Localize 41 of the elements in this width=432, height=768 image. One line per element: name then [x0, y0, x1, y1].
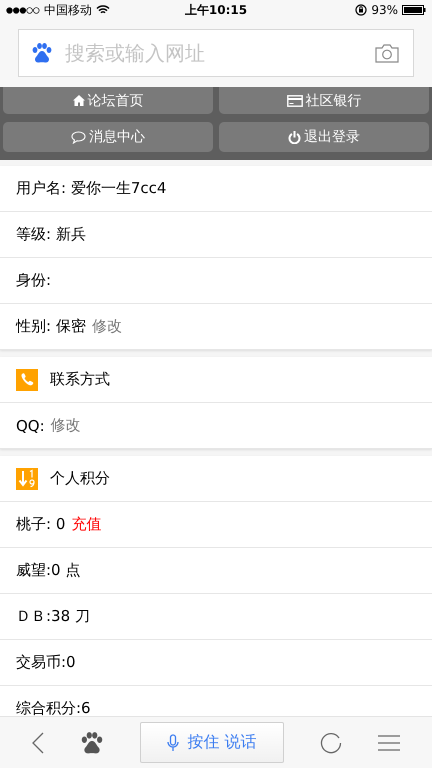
field-label: 桃子: 0 — [16, 515, 66, 534]
power-icon — [288, 130, 301, 144]
edit-link[interactable]: 修改 — [92, 317, 122, 336]
voice-button[interactable]: 按住 说话 — [140, 722, 284, 763]
battery-percent: 93% — [371, 3, 398, 17]
paw-icon — [31, 42, 53, 64]
recharge-link[interactable]: 充值 — [71, 515, 102, 534]
phone-icon — [16, 368, 38, 390]
camera-icon[interactable] — [375, 43, 399, 63]
search-bar[interactable]: 搜索或输入网址 — [18, 29, 414, 77]
section-title: 联系方式 — [50, 370, 110, 389]
refresh-icon[interactable] — [320, 732, 342, 754]
status-time: 上午10:15 — [184, 2, 248, 18]
card-icon — [286, 94, 302, 106]
battery-icon — [402, 5, 426, 15]
home-icon — [72, 95, 84, 106]
speech-bubble-icon — [71, 130, 86, 144]
back-icon[interactable] — [32, 732, 44, 754]
edit-link[interactable]: 修改 — [50, 416, 81, 435]
rotation-lock-icon — [355, 4, 368, 16]
field-label: 交易币:0 — [16, 653, 76, 672]
field-label: 用户名: 爱你一生7cc4 — [16, 179, 166, 198]
section-title: 个人积分 — [50, 469, 110, 488]
field-label: 威望:0 点 — [16, 561, 80, 580]
microphone-icon — [167, 734, 180, 752]
field-label: 综合积分:6 — [16, 699, 91, 716]
field-label: QQ: — [16, 416, 45, 434]
wifi-icon — [96, 5, 110, 15]
nav-button[interactable]: 论坛首页 — [3, 87, 213, 114]
field-label: 等级: 新兵 — [16, 225, 86, 244]
nav-button[interactable]: 退出登录 — [219, 122, 429, 152]
nav-button[interactable]: 社区银行 — [219, 87, 429, 114]
field-label: 身份: — [16, 271, 52, 290]
carrier-name: 中国移动 — [44, 2, 92, 18]
field-label: 性别: 保密 — [16, 317, 86, 336]
signal-icon — [6, 6, 40, 14]
sort-icon — [16, 468, 38, 490]
paw-icon[interactable] — [80, 730, 104, 754]
nav-button[interactable]: 消息中心 — [3, 122, 213, 152]
field-label: ＤＢ:38 刀 — [16, 607, 90, 626]
menu-icon[interactable] — [378, 734, 400, 750]
